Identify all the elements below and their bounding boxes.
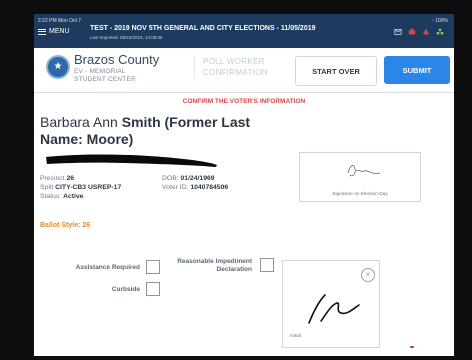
precinct-value: 26 bbox=[66, 175, 75, 182]
split-value: CITY-CB3 USREP-17 bbox=[55, 184, 122, 191]
split-row: Split CITY-CB3 USREP-17 bbox=[40, 184, 122, 191]
mode-title: POLL WORKER CONFIRMATION bbox=[194, 56, 293, 78]
top-icons bbox=[394, 28, 444, 36]
precinct-row: Precinct 26 bbox=[40, 175, 75, 182]
impediment-label: Reasonable Impediment Declaration bbox=[177, 258, 252, 273]
status-time: 2:22 PM Mon Oct 7 bbox=[38, 18, 82, 24]
location-line1: EV - MEMORIAL bbox=[74, 68, 126, 75]
mode-line1: POLL WORKER bbox=[203, 57, 265, 66]
top-bar: 2:22 PM Mon Oct 7 ◦ 100% MENU TEST - 201… bbox=[34, 14, 454, 48]
location-line2: STUDENT CENTER bbox=[74, 76, 136, 83]
impediment-checkbox[interactable] bbox=[260, 258, 274, 272]
app-screen: 2:22 PM Mon Oct 7 ◦ 100% MENU TEST - 201… bbox=[34, 14, 454, 356]
curbside-checkbox[interactable] bbox=[146, 282, 160, 296]
stray-mark bbox=[410, 346, 414, 348]
assistance-label: Assistance Required bbox=[75, 264, 140, 271]
mode-line2: CONFIRMATION bbox=[203, 68, 268, 77]
signature-box: Signature on Election Day bbox=[299, 152, 421, 202]
voter-id-row: Voter ID: 1040784506 bbox=[162, 184, 229, 191]
initial-label: Initial bbox=[290, 334, 302, 339]
county-name: Brazos County bbox=[74, 52, 160, 67]
voter-former-name-2: Name: Moore) bbox=[40, 131, 134, 147]
header: ★ Brazos County EV - MEMORIAL STUDENT CE… bbox=[34, 48, 454, 93]
redaction-mark bbox=[46, 154, 217, 167]
election-title: TEST - 2019 NOV 5TH GENERAL AND CITY ELE… bbox=[90, 25, 316, 32]
status-battery: ◦ 100% bbox=[432, 18, 448, 24]
ballot-style: Ballot Style: 26 bbox=[40, 222, 91, 229]
tablet-bezel: 2:22 PM Mon Oct 7 ◦ 100% MENU TEST - 201… bbox=[0, 0, 472, 360]
voter-last-name: Smith bbox=[121, 114, 161, 130]
voter-details-left: Precinct 26 Split CITY-CB3 USREP-17 Stat… bbox=[40, 174, 121, 201]
dob-value: 01/24/1969 bbox=[180, 175, 215, 182]
confirm-heading: CONFIRM THE VOTER'S INFORMATION bbox=[182, 98, 306, 105]
network-icon[interactable] bbox=[436, 28, 444, 36]
initial-box[interactable]: × Initial bbox=[282, 260, 380, 348]
voter-former-name: (Former Last bbox=[160, 114, 251, 130]
battery-level: 100% bbox=[435, 18, 448, 24]
status-value: Active bbox=[63, 193, 84, 200]
submit-button[interactable]: SUBMIT bbox=[384, 56, 450, 84]
last-imported: Last Imported: 09/22/2019, 14:09:05 bbox=[90, 35, 163, 40]
dob-row: DOB: 01/24/1969 bbox=[162, 175, 215, 182]
hamburger-icon bbox=[38, 28, 46, 35]
voter-details-right: DOB: 01/24/1969 Voter ID: 1040784506 bbox=[162, 174, 228, 192]
menu-button[interactable]: MENU bbox=[38, 28, 70, 35]
menu-label: MENU bbox=[49, 28, 70, 35]
voter-id-value: 1040784506 bbox=[190, 184, 229, 191]
status-row: Status: Active bbox=[40, 193, 84, 200]
alert-icon[interactable] bbox=[422, 28, 430, 36]
start-over-button[interactable]: START OVER bbox=[295, 56, 377, 86]
assistance-checkbox[interactable] bbox=[146, 260, 160, 274]
signature-image bbox=[347, 165, 381, 177]
voter-name: Barbara Ann Smith (Former Last Name: Moo… bbox=[40, 114, 270, 148]
curbside-label: Curbside bbox=[111, 286, 140, 293]
signature-caption: Signature on Election Day bbox=[332, 192, 388, 197]
mail-icon[interactable] bbox=[394, 28, 402, 36]
printer-icon[interactable] bbox=[408, 28, 416, 36]
county-seal-icon: ★ bbox=[46, 55, 70, 79]
voter-first-name: Barbara Ann bbox=[40, 114, 122, 130]
